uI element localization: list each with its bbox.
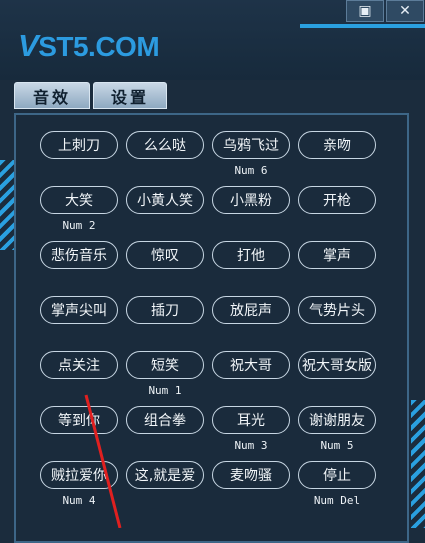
sound-item: 小黄人笑	[126, 186, 204, 241]
sound-item: 耳光 Num 3	[212, 406, 290, 461]
sound-item: 放屁声	[212, 296, 290, 351]
hotkey-label: Num 4	[62, 494, 96, 507]
sound-button[interactable]: 贼拉爱你	[40, 461, 118, 489]
sound-button[interactable]: 组合拳	[126, 406, 204, 434]
sound-button[interactable]: 停止	[298, 461, 376, 489]
window-controls: ▣ ✕	[344, 0, 425, 24]
sound-button[interactable]: 小黄人笑	[126, 186, 204, 214]
hotkey-label: Num Del	[313, 494, 361, 507]
sound-item: 插刀	[126, 296, 204, 351]
sound-item: 开枪	[298, 186, 376, 241]
sound-item: 上刺刀	[40, 131, 118, 186]
logo-v: V	[18, 28, 39, 63]
minimize-icon: ▣	[358, 3, 372, 19]
sound-button[interactable]: 上刺刀	[40, 131, 118, 159]
tab-bar: 音效 设置	[14, 82, 170, 109]
sound-item: 麦吻骚	[212, 461, 290, 516]
sound-button[interactable]: 耳光	[212, 406, 290, 434]
sound-button[interactable]: 乌鸦飞过	[212, 131, 290, 159]
sound-button[interactable]: 掌声	[298, 241, 376, 269]
decorative-stripes-right	[411, 400, 425, 528]
sound-button[interactable]: 小黑粉	[212, 186, 290, 214]
app-logo: VST5.COM	[18, 28, 160, 64]
sound-item: 停止 Num Del	[298, 461, 376, 516]
sound-item: 悲伤音乐	[40, 241, 118, 296]
sound-button[interactable]: 掌声尖叫	[40, 296, 118, 324]
title-accent-line	[300, 24, 425, 28]
sound-button-grid: 上刺刀 么么哒 乌鸦飞过 Num 6 亲吻大笑 Num 2 小黄人笑 小黑粉 开枪悲伤音乐 惊叹打…	[40, 131, 385, 516]
sound-item: 亲吻	[298, 131, 376, 186]
sound-item: 打他	[212, 241, 290, 296]
sound-button[interactable]: 开枪	[298, 186, 376, 214]
sound-button[interactable]: 谢谢朋友	[298, 406, 376, 434]
hotkey-label: Num 1	[148, 384, 182, 397]
sound-button[interactable]: 祝大哥	[212, 351, 290, 379]
sound-item: 谢谢朋友 Num 5	[298, 406, 376, 461]
sound-item: 掌声	[298, 241, 376, 296]
sound-button[interactable]: 大笑	[40, 186, 118, 214]
sound-item: 惊叹	[126, 241, 204, 296]
hotkey-label: Num 6	[234, 164, 268, 177]
hotkey-label: Num 5	[320, 439, 354, 452]
sound-item: 气势片头	[298, 296, 376, 351]
sound-button[interactable]: 亲吻	[298, 131, 376, 159]
tab-settings[interactable]: 设置	[93, 82, 167, 109]
logo-text: ST5.COM	[38, 31, 160, 62]
sound-button[interactable]: 么么哒	[126, 131, 204, 159]
sound-button[interactable]: 点关注	[40, 351, 118, 379]
sound-item: 大笑 Num 2	[40, 186, 118, 241]
sound-item: 小黑粉	[212, 186, 290, 241]
decorative-stripes-left	[0, 160, 14, 250]
sound-item: 祝大哥	[212, 351, 290, 406]
sound-button[interactable]: 惊叹	[126, 241, 204, 269]
sound-item: 点关注	[40, 351, 118, 406]
sound-button[interactable]: 打他	[212, 241, 290, 269]
hotkey-label: Num 3	[234, 439, 268, 452]
sound-item: 祝大哥女版	[298, 351, 376, 406]
hotkey-label: Num 2	[62, 219, 96, 232]
sound-button[interactable]: 插刀	[126, 296, 204, 324]
sound-item: 掌声尖叫	[40, 296, 118, 351]
sound-button[interactable]: 悲伤音乐	[40, 241, 118, 269]
sound-button[interactable]: 这,就是爱	[126, 461, 204, 489]
sound-item: 组合拳	[126, 406, 204, 461]
sound-button[interactable]: 麦吻骚	[212, 461, 290, 489]
sound-item: 这,就是爱	[126, 461, 204, 516]
sound-item: 短笑 Num 1	[126, 351, 204, 406]
sound-item: 乌鸦飞过 Num 6	[212, 131, 290, 186]
sound-button[interactable]: 祝大哥女版	[298, 351, 376, 379]
sound-button[interactable]: 放屁声	[212, 296, 290, 324]
title-bar: VST5.COM ▣ ✕	[0, 0, 425, 80]
sound-button[interactable]: 短笑	[126, 351, 204, 379]
sound-item: 贼拉爱你 Num 4	[40, 461, 118, 516]
sound-item: 等到你	[40, 406, 118, 461]
sound-item: 么么哒	[126, 131, 204, 186]
close-button[interactable]: ✕	[386, 0, 424, 22]
sound-button[interactable]: 等到你	[40, 406, 118, 434]
minimize-button[interactable]: ▣	[346, 0, 384, 22]
tab-sound-effects[interactable]: 音效	[14, 82, 90, 109]
close-icon: ✕	[399, 3, 411, 19]
sound-button[interactable]: 气势片头	[298, 296, 376, 324]
